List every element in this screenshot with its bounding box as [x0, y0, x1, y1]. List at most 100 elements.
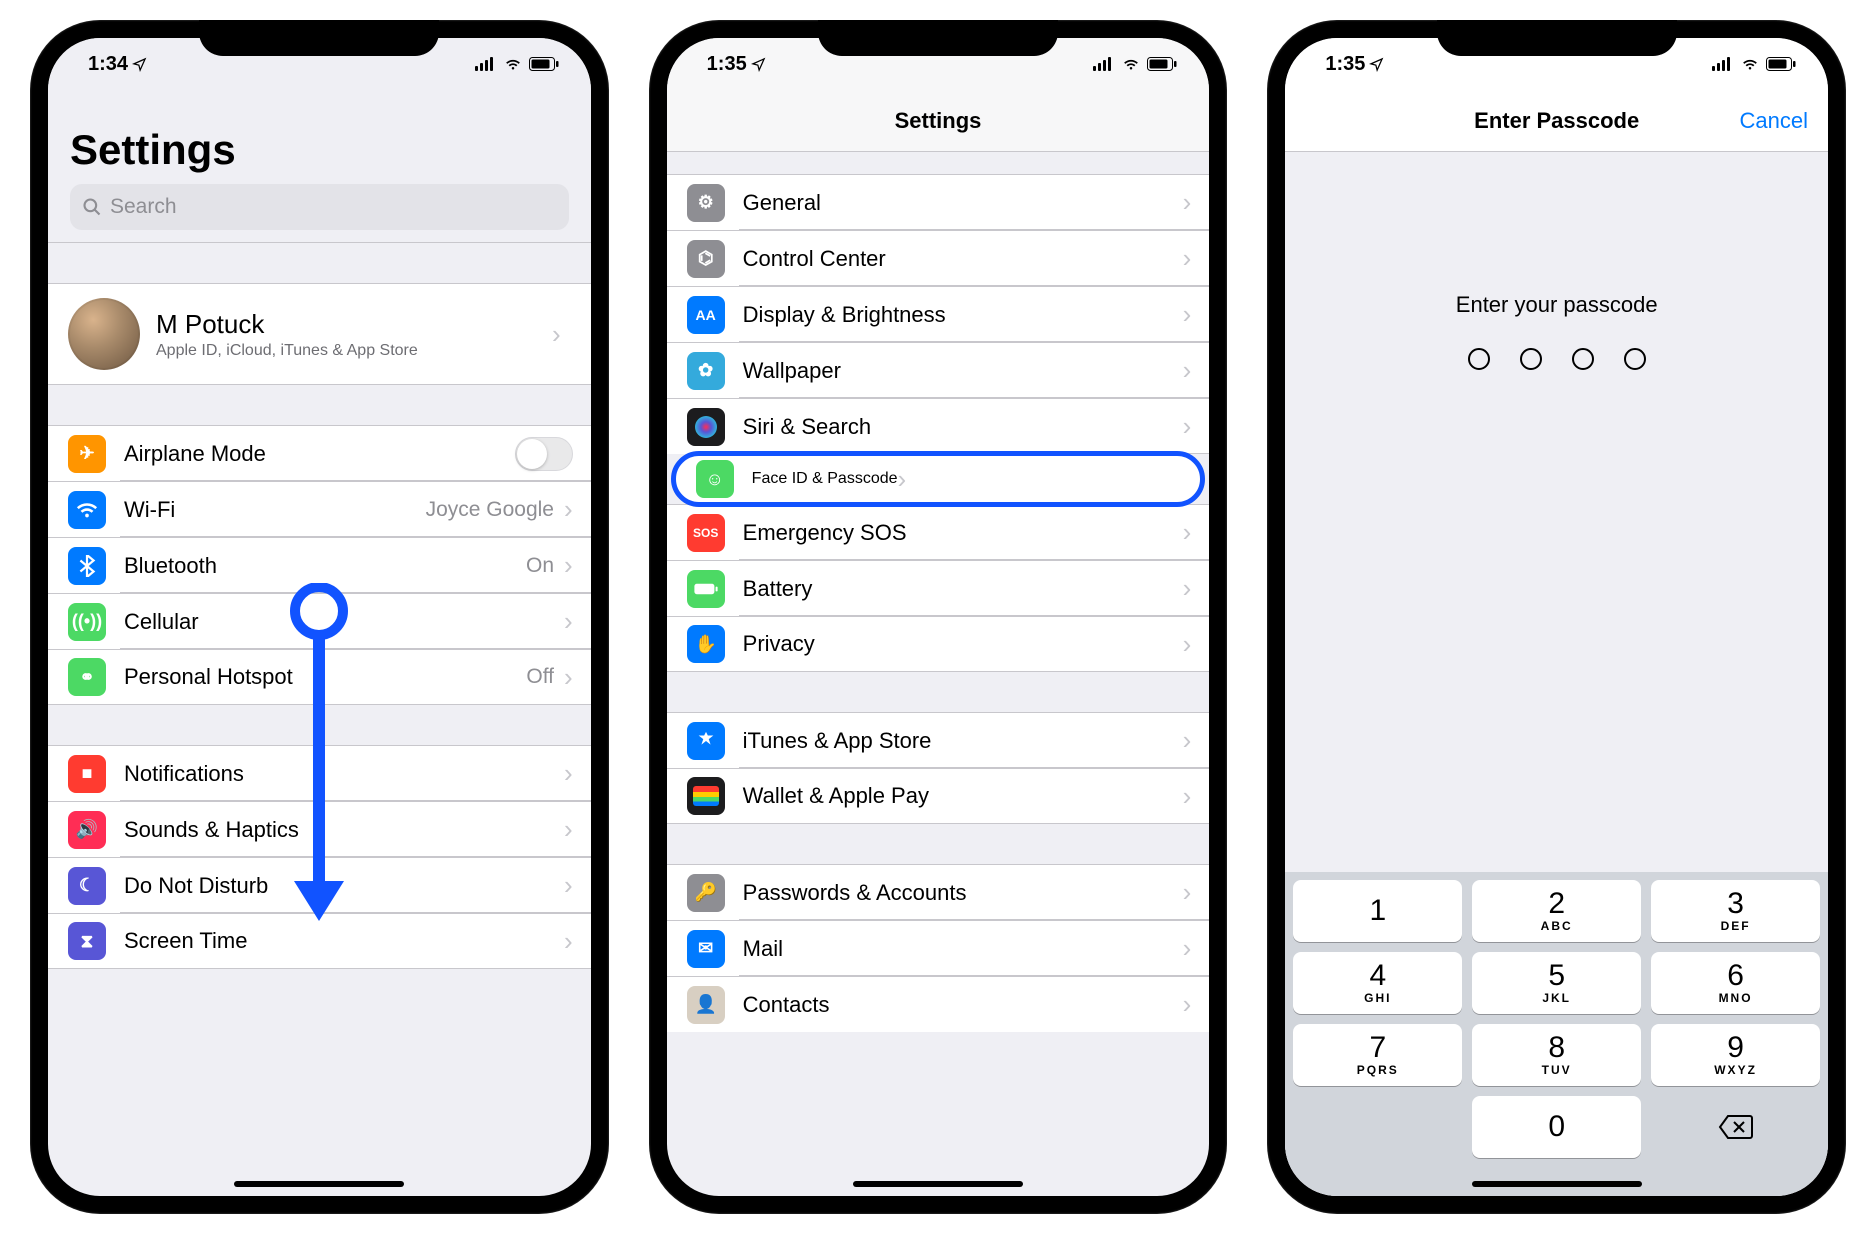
- row-display-brightness[interactable]: AA Display & Brightness ›: [667, 286, 1210, 342]
- cancel-button[interactable]: Cancel: [1740, 108, 1808, 134]
- row-personal-hotspot[interactable]: ⚭ Personal Hotspot Off ›: [48, 649, 591, 705]
- home-indicator[interactable]: [853, 1181, 1023, 1187]
- keypad-key-7[interactable]: 7PQRS: [1293, 1024, 1462, 1086]
- gear-icon: ⚙: [687, 184, 725, 222]
- notifications-icon: ■: [68, 755, 106, 793]
- numeric-keypad: 1 2ABC 3DEF 4GHI 5JKL 6MNO 7PQRS 8TUV 9W…: [1285, 872, 1828, 1196]
- passcode-dot: [1520, 348, 1542, 370]
- row-wallpaper[interactable]: ✿ Wallpaper ›: [667, 342, 1210, 398]
- row-mail[interactable]: ✉ Mail ›: [667, 920, 1210, 976]
- row-label: Face ID & Passcode: [752, 470, 898, 488]
- row-label: iTunes & App Store: [743, 728, 1183, 754]
- row-face-id-passcode-highlighted[interactable]: ☺ Face ID & Passcode ›: [671, 451, 1206, 507]
- keypad-key-0[interactable]: 0: [1472, 1096, 1641, 1158]
- switches-icon: ⌬: [687, 240, 725, 278]
- airplane-icon: ✈: [68, 435, 106, 473]
- chevron-right-icon: ›: [1183, 877, 1192, 908]
- keypad-key-8[interactable]: 8TUV: [1472, 1024, 1641, 1086]
- chevron-right-icon: ›: [1183, 781, 1192, 812]
- keypad-key-3[interactable]: 3DEF: [1651, 880, 1820, 942]
- nav-bar: Settings: [667, 90, 1210, 152]
- key-digit: 5: [1548, 961, 1565, 991]
- battery-icon: [529, 57, 559, 71]
- keypad-backspace-button[interactable]: [1651, 1096, 1820, 1158]
- keypad-spacer: [1293, 1096, 1462, 1158]
- search-icon: [82, 197, 102, 217]
- row-battery[interactable]: Battery ›: [667, 560, 1210, 616]
- row-label: Bluetooth: [124, 553, 526, 579]
- row-label: Cellular: [124, 609, 564, 635]
- keypad-key-6[interactable]: 6MNO: [1651, 952, 1820, 1014]
- key-digit: 2: [1548, 889, 1565, 919]
- row-notifications[interactable]: ■ Notifications ›: [48, 745, 591, 801]
- row-value: Joyce Google: [426, 498, 554, 522]
- row-control-center[interactable]: ⌬ Control Center ›: [667, 230, 1210, 286]
- home-indicator[interactable]: [1472, 1181, 1642, 1187]
- backspace-icon: [1718, 1114, 1754, 1140]
- row-contacts[interactable]: 👤 Contacts ›: [667, 976, 1210, 1032]
- key-digit: 3: [1727, 889, 1744, 919]
- screen-3: 1:35 Enter Passcode Cancel Enter your pa…: [1285, 38, 1828, 1196]
- row-wifi[interactable]: Wi-Fi Joyce Google ›: [48, 481, 591, 537]
- appstore-icon: [687, 722, 725, 760]
- row-privacy[interactable]: ✋ Privacy ›: [667, 616, 1210, 672]
- signal-icon: [475, 57, 497, 71]
- key-letters: MNO: [1719, 991, 1753, 1005]
- chevron-right-icon: ›: [1183, 187, 1192, 218]
- toggle-airplane[interactable]: [515, 437, 573, 471]
- keypad-key-5[interactable]: 5JKL: [1472, 952, 1641, 1014]
- chevron-right-icon: ›: [564, 870, 573, 901]
- battery-icon: [1766, 57, 1796, 71]
- chevron-right-icon: ›: [1183, 355, 1192, 386]
- row-sounds-haptics[interactable]: 🔊 Sounds & Haptics ›: [48, 801, 591, 857]
- status-time: 1:35: [1325, 53, 1365, 76]
- phone-frame-3: 1:35 Enter Passcode Cancel Enter your pa…: [1267, 20, 1846, 1214]
- row-airplane-mode[interactable]: ✈ Airplane Mode: [48, 425, 591, 481]
- hand-icon: ✋: [687, 625, 725, 663]
- battery-icon: [687, 570, 725, 608]
- row-itunes-app-store[interactable]: iTunes & App Store ›: [667, 712, 1210, 768]
- content-2[interactable]: ⚙ General › ⌬ Control Center › AA Displa…: [667, 152, 1210, 1196]
- chevron-right-icon: ›: [552, 319, 561, 350]
- row-general[interactable]: ⚙ General ›: [667, 174, 1210, 230]
- row-passwords-accounts[interactable]: 🔑 Passwords & Accounts ›: [667, 864, 1210, 920]
- row-label: Screen Time: [124, 928, 564, 954]
- row-siri-search[interactable]: Siri & Search ›: [667, 398, 1210, 454]
- row-screen-time[interactable]: ⧗ Screen Time ›: [48, 913, 591, 969]
- avatar: [68, 298, 140, 370]
- keypad-key-2[interactable]: 2ABC: [1472, 880, 1641, 942]
- row-wallet-apple-pay[interactable]: Wallet & Apple Pay ›: [667, 768, 1210, 824]
- chevron-right-icon: ›: [1183, 517, 1192, 548]
- row-label: Wallet & Apple Pay: [743, 783, 1183, 809]
- key-digit: 9: [1727, 1033, 1744, 1063]
- profile-row[interactable]: M Potuck Apple ID, iCloud, iTunes & App …: [48, 283, 591, 385]
- keypad-key-1[interactable]: 1: [1293, 880, 1462, 942]
- row-cellular[interactable]: ((•)) Cellular ›: [48, 593, 591, 649]
- key-digit: 4: [1369, 961, 1386, 991]
- row-label: Notifications: [124, 761, 564, 787]
- row-label: Mail: [743, 936, 1183, 962]
- search-input[interactable]: Search: [70, 184, 569, 230]
- home-indicator[interactable]: [234, 1181, 404, 1187]
- row-do-not-disturb[interactable]: ☾ Do Not Disturb ›: [48, 857, 591, 913]
- antenna-icon: ((•)): [68, 603, 106, 641]
- row-label: Battery: [743, 576, 1183, 602]
- key-icon: 🔑: [687, 874, 725, 912]
- signal-icon: [1093, 57, 1115, 71]
- location-icon: [132, 57, 147, 72]
- status-time: 1:34: [88, 53, 128, 76]
- location-icon: [751, 57, 766, 72]
- row-bluetooth[interactable]: Bluetooth On ›: [48, 537, 591, 593]
- row-label: Wi-Fi: [124, 497, 426, 523]
- row-emergency-sos[interactable]: SOS Emergency SOS ›: [667, 504, 1210, 560]
- content-1[interactable]: M Potuck Apple ID, iCloud, iTunes & App …: [48, 243, 591, 1196]
- chevron-right-icon: ›: [1183, 299, 1192, 330]
- keypad-key-9[interactable]: 9WXYZ: [1651, 1024, 1820, 1086]
- sounds-icon: 🔊: [68, 811, 106, 849]
- row-label: Passwords & Accounts: [743, 880, 1183, 906]
- notch: [1437, 20, 1677, 56]
- chevron-right-icon: ›: [564, 814, 573, 845]
- keypad-key-4[interactable]: 4GHI: [1293, 952, 1462, 1014]
- chevron-right-icon: ›: [1183, 725, 1192, 756]
- battery-icon: [1147, 57, 1177, 71]
